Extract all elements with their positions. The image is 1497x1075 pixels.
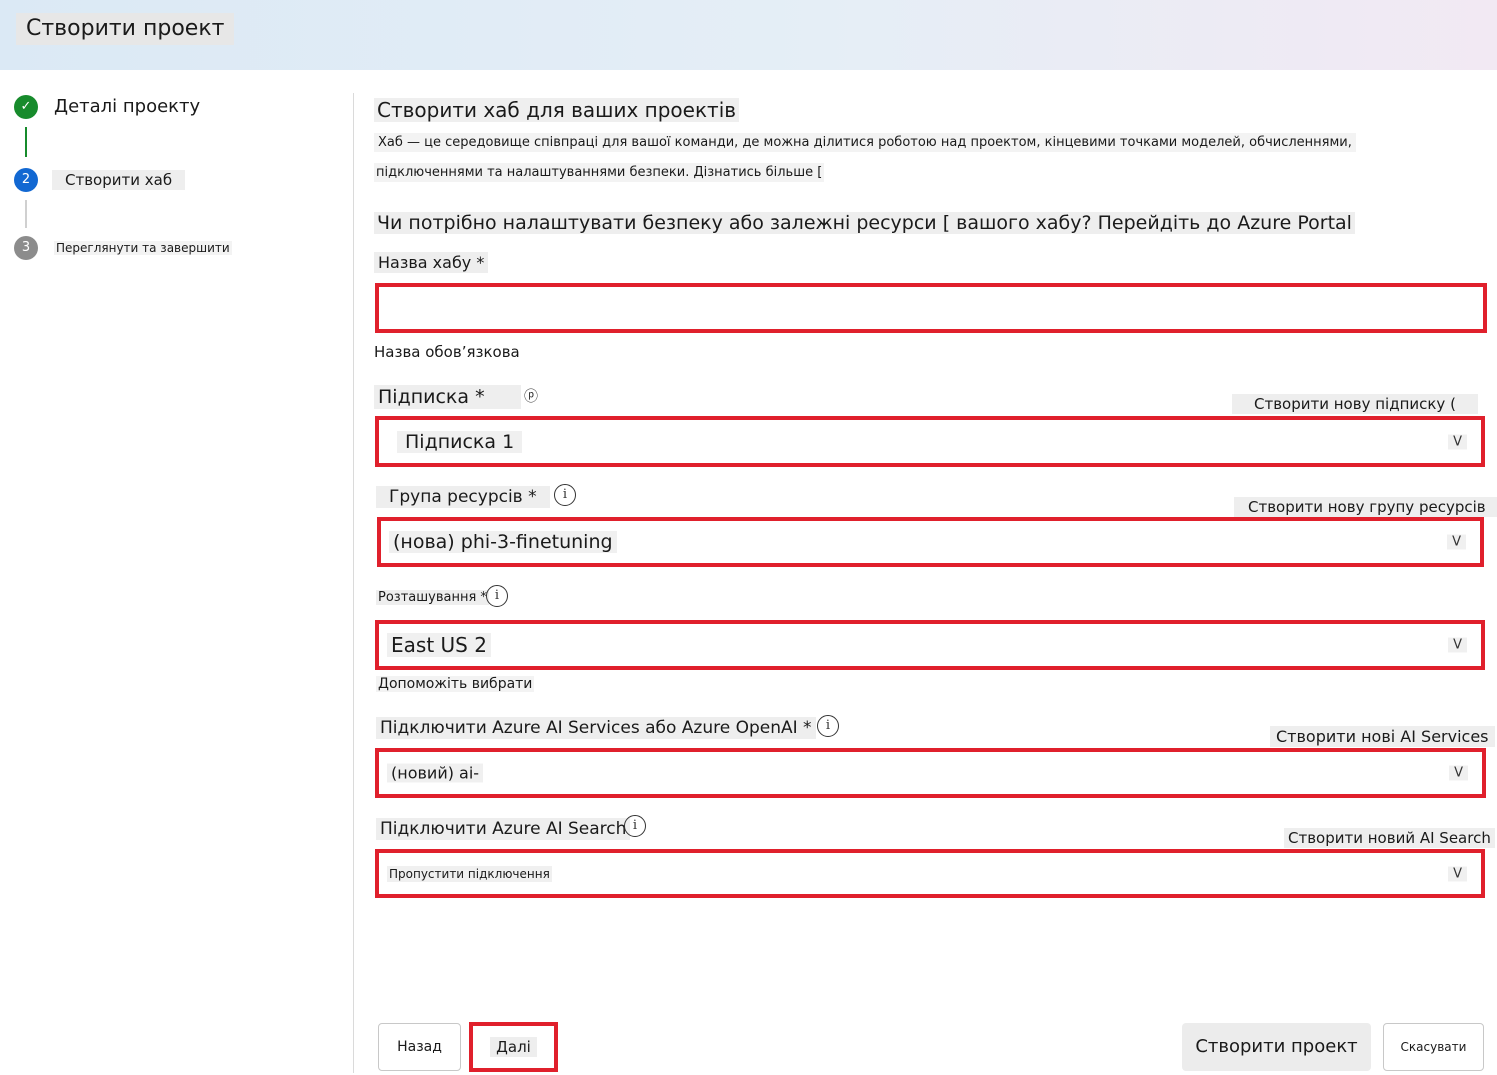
ai-services-select[interactable]: (новий) ai- V [375,748,1486,798]
resource-group-select[interactable]: (нова) phi-3-finetuning V [377,517,1484,567]
back-button[interactable]: Назад [378,1023,461,1071]
chevron-down-icon: V [1447,534,1466,550]
location-value: East US 2 [387,633,491,657]
ai-services-value: (новий) ai- [387,763,484,783]
hub-name-label: Назва хабу * [374,252,489,273]
step-label-create-hub[interactable]: Створити хаб [52,170,186,190]
ai-search-select[interactable]: Пропустити підключення V [375,849,1485,898]
info-icon[interactable]: i [817,715,839,737]
hub-name-input[interactable] [375,283,1487,333]
security-azure-portal-link[interactable]: Чи потрібно налаштувати безпеку або зале… [374,212,1355,234]
step-connector [25,127,27,157]
step-label-review-finish[interactable]: Переглянути та завершити [54,241,232,255]
step-connector [25,200,27,228]
ai-search-value: Пропустити підключення [387,865,552,882]
location-help-link[interactable]: Допоможіть вибрати [376,676,535,692]
step-label-project-details[interactable]: Деталі проекту [54,96,200,117]
create-ai-search-link[interactable]: Створити новий AI Search [1284,828,1495,848]
page-header: Створити проект [0,0,1497,70]
create-subscription-link[interactable]: Створити нову підписку ( [1232,394,1478,414]
ai-services-label: Підключити Azure AI Services або Azure O… [376,717,816,739]
section-title: Створити хаб для ваших проектів [374,98,740,122]
resource-group-label: Група ресурсів * [376,486,550,508]
info-icon[interactable]: i [624,815,646,837]
vertical-divider [353,93,354,1073]
subscription-info-icon[interactable]: ⓟ [524,386,538,406]
create-resource-group-link[interactable]: Створити нову групу ресурсів [1234,497,1497,517]
page-title: Створити проект [16,13,235,45]
section-description-learn-more[interactable]: підключеннями та налаштуваннями безпеки.… [374,163,825,182]
step-completed-check-icon: ✓ [14,95,38,119]
create-ai-services-link[interactable]: Створити нові AI Services [1270,726,1495,747]
step-number-2: 2 [14,168,38,192]
resource-group-value: (нова) phi-3-finetuning [389,531,617,553]
cancel-button[interactable]: Скасувати [1383,1023,1484,1071]
section-description: Хаб — це середовище співпраці для вашої … [374,133,1356,152]
chevron-down-icon: V [1449,765,1468,781]
subscription-label: Підписка * [374,385,521,409]
next-button-label: Далі [490,1037,537,1057]
step-number-3: 3 [14,236,38,260]
chevron-down-icon: V [1448,637,1467,653]
location-label: Розташування * [376,590,489,605]
next-button[interactable]: Далі [469,1022,558,1072]
info-icon[interactable]: i [554,484,576,506]
chevron-down-icon: V [1448,866,1467,881]
ai-search-label: Підключити Azure AI Search [376,818,631,840]
subscription-value: Підписка 1 [397,430,523,453]
create-project-button[interactable]: Створити проект [1182,1023,1371,1071]
info-icon[interactable]: i [486,585,508,607]
chevron-down-icon: V [1448,434,1467,449]
hub-name-error: Назва обов’язкова [374,343,520,361]
subscription-select[interactable]: Підписка 1 V [375,416,1485,467]
location-select[interactable]: East US 2 V [375,620,1485,670]
